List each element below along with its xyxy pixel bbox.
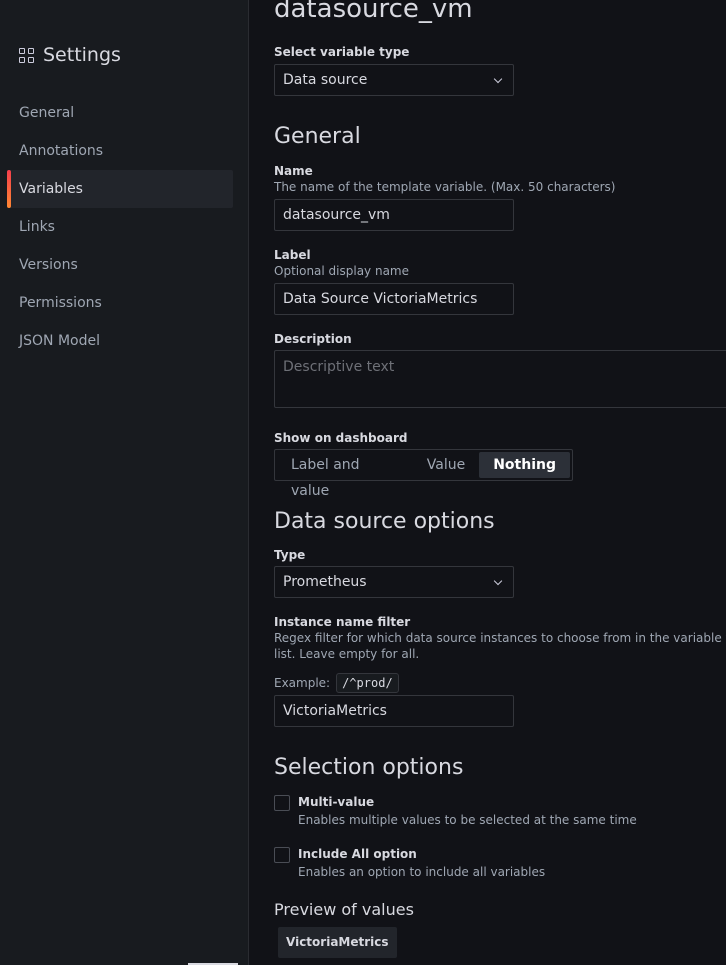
variable-type-value: Data source — [283, 72, 368, 88]
settings-sidebar: Settings General Annotations Variables L… — [0, 0, 249, 965]
variable-type-select[interactable]: Data source — [274, 64, 514, 96]
variable-type-label: Select variable type — [274, 45, 410, 59]
datasource-type-value: Prometheus — [283, 574, 367, 590]
name-description: The name of the template variable. (Max.… — [274, 180, 616, 194]
chevron-down-icon — [493, 576, 503, 586]
name-label: Name — [274, 164, 313, 178]
nav-item-annotations[interactable]: Annotations — [7, 132, 233, 170]
datasource-type-select[interactable]: Prometheus — [274, 566, 514, 598]
show-on-dashboard-label: Show on dashboard — [274, 431, 408, 445]
instance-filter-description-1: Regex filter for which data source insta… — [274, 631, 726, 645]
label-label: Label — [274, 248, 311, 262]
nav-item-variables[interactable]: Variables — [7, 170, 233, 208]
name-input[interactable]: datasource_vm — [274, 199, 514, 231]
radio-label-and-value[interactable]: Label and value — [277, 452, 413, 499]
multi-value-label: Multi-value — [298, 795, 375, 809]
chevron-down-icon — [493, 74, 503, 84]
type-label: Type — [274, 548, 306, 562]
nav-item-permissions[interactable]: Permissions — [7, 284, 233, 322]
settings-nav: General Annotations Variables Links Vers… — [7, 94, 233, 360]
preview-heading: Preview of values — [274, 900, 414, 919]
preview-value-chip: VictoriaMetrics — [278, 927, 397, 958]
nav-item-versions[interactable]: Versions — [7, 246, 233, 284]
include-all-description: Enables an option to include all variabl… — [298, 865, 546, 879]
nav-item-links[interactable]: Links — [7, 208, 233, 246]
settings-title-label: Settings — [43, 44, 121, 66]
filter-example: Example: /^prod/ — [274, 673, 399, 693]
include-all-label: Include All option — [298, 847, 417, 861]
show-on-dashboard-radio-group: Label and value Value Nothing — [274, 449, 573, 499]
description-textarea[interactable]: Descriptive text — [274, 350, 726, 408]
apps-grid-icon — [19, 47, 34, 63]
label-description: Optional display name — [274, 264, 410, 278]
multi-value-description: Enables multiple values to be selected a… — [298, 813, 637, 827]
instance-filter-input[interactable]: VictoriaMetrics — [274, 695, 514, 727]
ds-options-heading: Data source options — [274, 509, 495, 534]
nav-item-general[interactable]: General — [7, 94, 233, 132]
example-label: Example: — [274, 676, 331, 690]
page-title: datasource_vm — [274, 0, 473, 24]
description-label: Description — [274, 332, 352, 346]
radio-nothing[interactable]: Nothing — [479, 452, 570, 478]
selection-options-heading: Selection options — [274, 755, 464, 780]
nav-item-json-model[interactable]: JSON Model — [7, 322, 233, 360]
include-all-checkbox[interactable] — [274, 847, 290, 863]
radio-value[interactable]: Value — [413, 452, 479, 478]
instance-filter-description-2: list. Leave empty for all. — [274, 647, 420, 661]
general-heading: General — [274, 124, 361, 149]
label-input[interactable]: Data Source VictoriaMetrics — [274, 283, 514, 315]
settings-title: Settings — [19, 44, 121, 66]
instance-filter-label: Instance name filter — [274, 615, 411, 629]
example-code: /^prod/ — [336, 673, 399, 693]
multi-value-checkbox[interactable] — [274, 795, 290, 811]
